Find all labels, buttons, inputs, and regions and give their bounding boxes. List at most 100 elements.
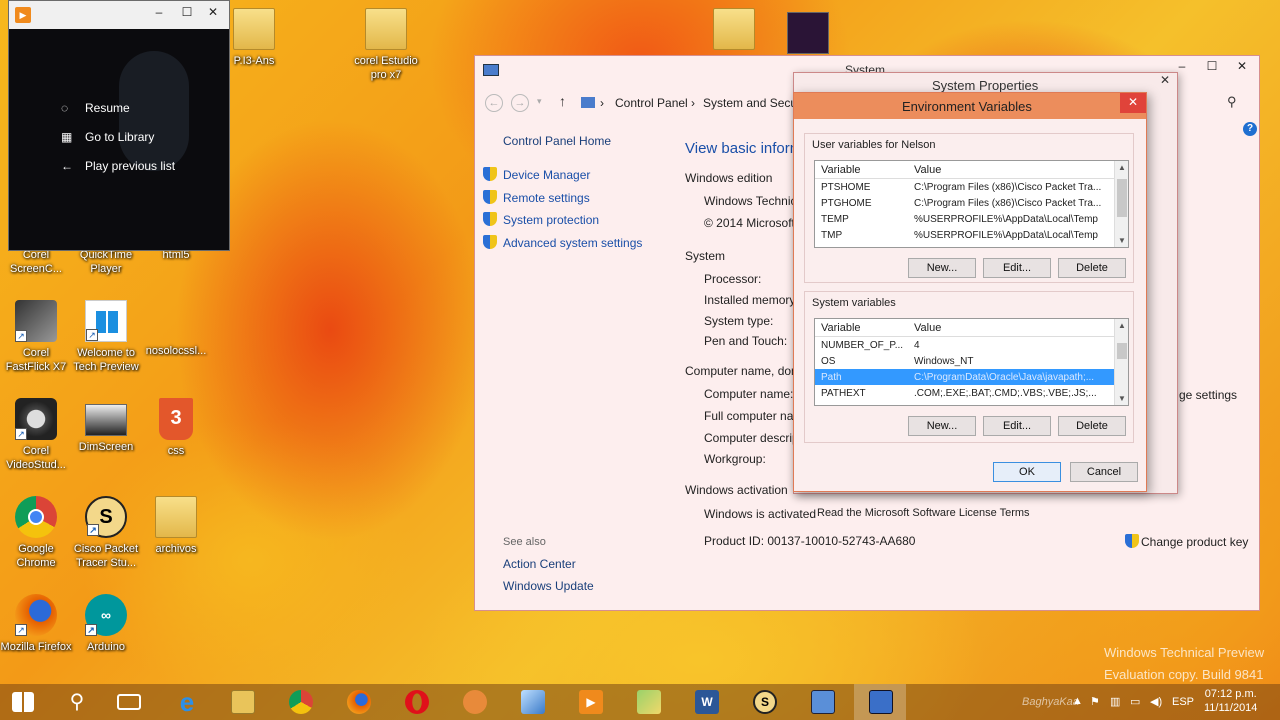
show-hidden-icons[interactable]: ▲	[1072, 695, 1083, 707]
media-player-button[interactable]: ▶	[564, 684, 616, 720]
desktop-icon-cisco-packet-tracer[interactable]: S ↗ Cisco Packet Tracer Stu...	[70, 496, 142, 570]
desktop-icon-nosolocssl[interactable]: nosolocssl...	[140, 300, 212, 358]
task-view-button[interactable]	[102, 684, 154, 720]
app-fist-button[interactable]	[448, 684, 500, 720]
table-row[interactable]: PATHEXT .COM;.EXE;.BAT;.CMD;.VBS;.VBE;.JS…	[815, 385, 1128, 401]
desktop-icon-folder-top[interactable]	[698, 8, 770, 54]
desktop-icon-css[interactable]: 3 css	[140, 398, 212, 458]
scroll-up-icon[interactable]: ▲	[1115, 163, 1128, 172]
user-delete-button[interactable]: Delete	[1058, 258, 1126, 278]
file-explorer-button[interactable]	[216, 684, 268, 720]
close-button[interactable]: ✕	[1120, 93, 1146, 113]
flag-icon[interactable]: ⚑	[1090, 695, 1100, 708]
close-button[interactable]: ✕	[1227, 56, 1257, 78]
media-player-window[interactable]: ▶ – ☐ ✕ ◌ Resume ▦ Go to Library ← Play pre…	[8, 0, 230, 251]
control-panel-home-link[interactable]: Control Panel Home	[503, 134, 611, 148]
maximize-button[interactable]: ☐	[1197, 56, 1227, 78]
scroll-down-icon[interactable]: ▼	[1115, 236, 1128, 245]
ok-button[interactable]: OK	[993, 462, 1061, 482]
advanced-system-settings-link[interactable]: Advanced system settings	[483, 235, 642, 250]
back-button[interactable]: ←	[485, 94, 503, 112]
video-thumbnail-icon	[787, 12, 829, 54]
internet-explorer-button[interactable]: e	[160, 684, 212, 720]
system-delete-button[interactable]: Delete	[1058, 416, 1126, 436]
scrollbar[interactable]: ▲ ▼	[1114, 319, 1128, 405]
scroll-up-icon[interactable]: ▲	[1115, 321, 1128, 330]
desktop-icon-corel-fastflick[interactable]: ↗ Corel FastFlick X7	[0, 300, 72, 374]
maximize-button[interactable]: ☐	[173, 3, 201, 23]
system-edit-button[interactable]: Edit...	[983, 416, 1051, 436]
user-variables-list[interactable]: Variable Value PTSHOME C:\Program Files (…	[814, 160, 1129, 248]
system-window-button[interactable]	[854, 684, 906, 720]
opera-icon	[405, 690, 429, 714]
opera-button[interactable]	[390, 684, 442, 720]
desktop-icon-welcome-tech-preview[interactable]: ↗ Welcome to Tech Preview	[70, 300, 142, 374]
network-icon[interactable]: ▥	[1110, 695, 1120, 708]
desktop-icon-google-chrome[interactable]: Google Chrome	[0, 496, 72, 570]
recent-dropdown-icon[interactable]: ▾	[537, 96, 542, 107]
table-row[interactable]: PTGHOME C:\Program Files (x86)\Cisco Pack…	[815, 195, 1128, 211]
desktop-icon-corel-videostudio[interactable]: ↗ Corel VideoStud...	[0, 398, 72, 472]
folder-icon	[155, 496, 197, 538]
close-button[interactable]: ✕	[1152, 73, 1178, 91]
fastflick-icon: ↗	[15, 300, 57, 342]
clock[interactable]: 07:12 p.m. 11/11/2014	[1204, 687, 1257, 715]
cancel-button[interactable]: Cancel	[1070, 462, 1138, 482]
resume-item[interactable]: ◌ Resume	[61, 101, 130, 115]
scrollbar-thumb[interactable]	[1117, 179, 1127, 217]
control-panel-button[interactable]	[796, 684, 848, 720]
language-indicator[interactable]: ESP	[1172, 696, 1194, 708]
play-previous-list-item[interactable]: ← Play previous list	[61, 159, 175, 173]
go-to-library-item[interactable]: ▦ Go to Library	[61, 130, 154, 144]
search-button[interactable]: ⚲	[50, 684, 102, 720]
user-new-button[interactable]: New...	[908, 258, 976, 278]
word-button[interactable]: W	[680, 684, 732, 720]
device-manager-link[interactable]: Device Manager	[483, 167, 590, 182]
breadcrumb-control-panel[interactable]: Control Panel	[615, 96, 688, 110]
scrollbar-thumb[interactable]	[1117, 343, 1127, 359]
battery-icon[interactable]: ▭	[1130, 695, 1140, 708]
user-edit-button[interactable]: Edit...	[983, 258, 1051, 278]
table-row[interactable]: PTSHOME C:\Program Files (x86)\Cisco Pack…	[815, 179, 1128, 195]
desktop-icon-arduino[interactable]: ∞ ↗ Arduino	[70, 594, 142, 654]
search-icon[interactable]: ⚲	[1227, 94, 1237, 110]
cube-app-button[interactable]	[506, 684, 558, 720]
system-heading: System	[685, 249, 726, 263]
up-button[interactable]: ↑	[559, 93, 566, 109]
media-player-titlebar[interactable]: ▶ – ☐ ✕	[9, 1, 229, 29]
table-row[interactable]: OS Windows_NT	[815, 353, 1128, 369]
desktop-icon-corel-estudio[interactable]: corel Estudio pro x7	[350, 8, 422, 82]
change-product-key-link[interactable]: Change product key	[1125, 534, 1248, 549]
desktop-icon-video[interactable]	[772, 12, 844, 58]
environment-variables-titlebar[interactable]: Environment Variables ✕	[794, 93, 1146, 119]
table-row[interactable]: TEMP %USERPROFILE%\AppData\Local\Temp	[815, 211, 1128, 227]
license-terms-link[interactable]: Read the Microsoft Software License Term…	[817, 507, 1030, 519]
close-button[interactable]: ✕	[199, 3, 227, 23]
chrome-button[interactable]	[274, 684, 326, 720]
folder-app-button[interactable]	[622, 684, 674, 720]
breadcrumb-system-security[interactable]: System and Securi	[703, 96, 804, 110]
system-protection-link[interactable]: System protection	[483, 212, 599, 227]
desktop-icon-dimscreen[interactable]: DimScreen	[70, 398, 142, 454]
volume-icon[interactable]: ◀)	[1150, 695, 1162, 708]
firefox-button[interactable]	[332, 684, 384, 720]
remote-settings-link[interactable]: Remote settings	[483, 190, 590, 205]
table-row[interactable]: NUMBER_OF_P... 4	[815, 337, 1128, 353]
system-new-button[interactable]: New...	[908, 416, 976, 436]
table-row-selected[interactable]: Path C:\ProgramData\Oracle\Java\javapath;…	[815, 369, 1128, 385]
environment-variables-dialog[interactable]: Environment Variables ✕ User variables f…	[793, 92, 1147, 492]
forward-button[interactable]: →	[511, 94, 529, 112]
system-variables-list[interactable]: Variable Value NUMBER_OF_P... 4 OS Windows…	[814, 318, 1129, 406]
help-icon[interactable]: ?	[1243, 122, 1257, 136]
scroll-down-icon[interactable]: ▼	[1115, 394, 1128, 403]
action-center-link[interactable]: Action Center	[503, 557, 576, 571]
packet-tracer-button[interactable]: S	[738, 684, 790, 720]
windows-update-link[interactable]: Windows Update	[503, 579, 594, 593]
table-row[interactable]: TMP %USERPROFILE%\AppData\Local\Temp	[815, 227, 1128, 243]
desktop-icon-archivos[interactable]: archivos	[140, 496, 212, 556]
change-settings-link[interactable]: ge settings	[1179, 388, 1237, 402]
scrollbar[interactable]: ▲ ▼	[1114, 161, 1128, 247]
start-button[interactable]	[0, 684, 52, 720]
minimize-button[interactable]: –	[145, 3, 173, 23]
desktop-icon-mozilla-firefox[interactable]: ↗ Mozilla Firefox	[0, 594, 72, 654]
